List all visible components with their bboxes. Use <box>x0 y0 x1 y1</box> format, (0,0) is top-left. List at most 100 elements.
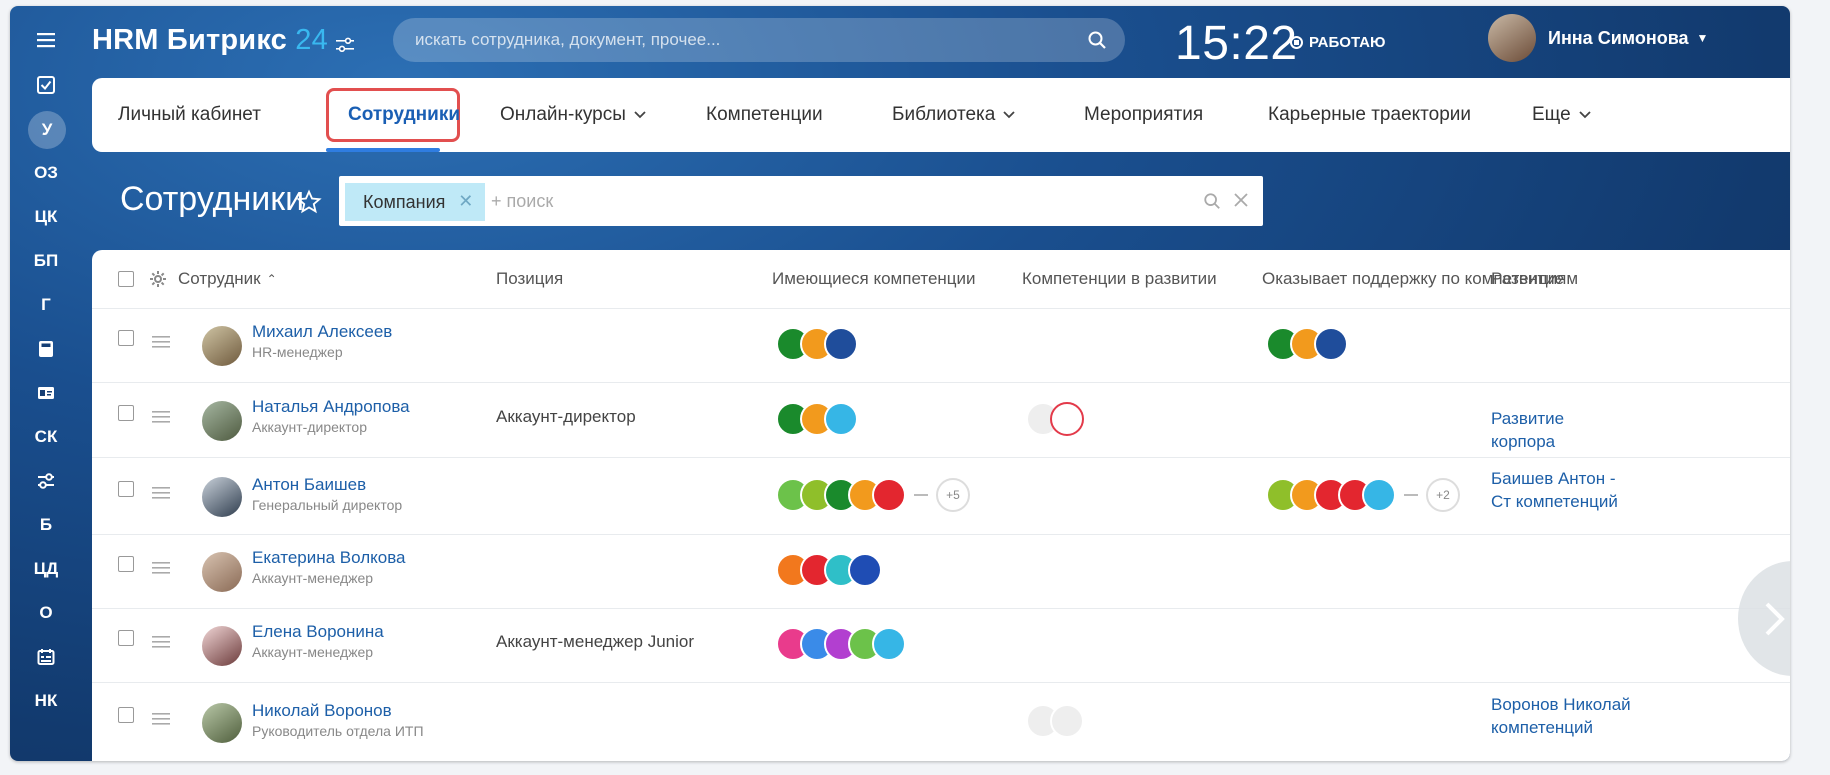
column-header-has-competencies[interactable]: Имеющиеся компетенции <box>772 250 976 308</box>
competency-badge[interactable] <box>1314 327 1348 361</box>
avatar[interactable] <box>202 477 242 517</box>
row-checkbox[interactable] <box>118 630 134 646</box>
drag-handle-icon[interactable] <box>152 487 170 499</box>
rail-item-oz[interactable]: ОЗ <box>24 155 68 191</box>
table-row[interactable]: Михаил Алексеев HR-менеджер <box>92 308 1790 383</box>
rail-item-nk[interactable]: НК <box>24 683 68 719</box>
drag-handle-icon[interactable] <box>152 636 170 648</box>
calculator-icon[interactable] <box>24 331 68 367</box>
nav-employees[interactable]: Сотрудники <box>348 78 460 152</box>
nav-events[interactable]: Мероприятия <box>1084 78 1203 152</box>
filter-chip[interactable]: Компания ✕ <box>345 183 486 221</box>
search-icon[interactable] <box>1203 192 1221 210</box>
rail-item-sk[interactable]: СК <box>24 419 68 455</box>
drag-handle-icon[interactable] <box>152 562 170 574</box>
competency-badge[interactable] <box>1050 402 1084 436</box>
rail-label: Г <box>41 295 51 314</box>
logo-number: 24 <box>295 24 328 56</box>
rail-item-cd[interactable]: ЦД <box>24 551 68 587</box>
drag-handle-icon[interactable] <box>152 336 170 348</box>
nav-library[interactable]: Библиотека <box>892 78 1015 152</box>
employee-name-link[interactable]: Антон Баишев <box>252 475 366 495</box>
employees-table: Сотрудник ⌃ Позиция Имеющиеся компетенции… <box>92 250 1790 761</box>
star-icon[interactable] <box>296 189 322 215</box>
nav-personal-cabinet[interactable]: Личный кабинет <box>118 78 261 152</box>
development-link[interactable]: Развитие корпора <box>1491 407 1631 453</box>
competency-badge[interactable] <box>872 478 906 512</box>
caret-down-icon: ▼ <box>1696 31 1709 45</box>
rail-item-o[interactable]: О <box>24 595 68 631</box>
user-menu[interactable]: Инна Симонова ▼ <box>1488 14 1708 62</box>
column-header-position[interactable]: Позиция <box>496 250 563 308</box>
column-header-label: Развитие <box>1491 269 1565 288</box>
rail-item-ck[interactable]: ЦК <box>24 199 68 235</box>
development-link[interactable]: Воронов Николай компетенций <box>1491 693 1631 739</box>
id-card-icon[interactable] <box>24 375 68 411</box>
drag-handle-icon[interactable] <box>152 713 170 725</box>
work-status-button[interactable]: РАБОТАЮ <box>1290 34 1386 51</box>
nav-more[interactable]: Еще <box>1532 78 1591 152</box>
nav-competencies[interactable]: Компетенции <box>706 78 823 152</box>
select-all-checkbox[interactable] <box>118 271 134 287</box>
nav-online-courses[interactable]: Онлайн-курсы <box>500 78 646 152</box>
close-icon[interactable] <box>1233 192 1249 208</box>
employee-name-link[interactable]: Елена Воронина <box>252 622 384 642</box>
competency-badge[interactable] <box>1050 704 1084 738</box>
row-checkbox[interactable] <box>118 330 134 346</box>
rail-item-b[interactable]: Б <box>24 507 68 543</box>
avatar[interactable] <box>202 703 242 743</box>
table-row[interactable]: Елена Воронина Аккаунт-менеджер Аккаунт-ме… <box>92 608 1790 683</box>
support-badges: +2 <box>1266 478 1460 512</box>
development-link[interactable]: Баишев Антон - Ст компетенций <box>1491 467 1631 513</box>
competency-badge[interactable] <box>824 327 858 361</box>
rail-item-g[interactable]: Г <box>24 287 68 323</box>
drag-handle-icon[interactable] <box>152 411 170 423</box>
competency-badge[interactable] <box>872 627 906 661</box>
calendar-icon[interactable] <box>24 639 68 675</box>
table-row[interactable]: Екатерина Волкова Аккаунт-менеджер <box>92 534 1790 609</box>
avatar[interactable] <box>202 626 242 666</box>
table-row[interactable]: Николай Воронов Руководитель отдела ИТП Во… <box>92 682 1790 761</box>
column-header-development[interactable]: Развитие <box>1491 250 1564 308</box>
employee-name-link[interactable]: Наталья Андропова <box>252 397 410 417</box>
avatar[interactable] <box>202 552 242 592</box>
table-row[interactable]: Антон Баишев Генеральный директор +5 +2 Баиш… <box>92 457 1790 535</box>
hamburger-menu-icon[interactable] <box>24 22 68 58</box>
sliders-icon[interactable] <box>24 463 68 499</box>
settings-tune-icon[interactable] <box>335 36 355 54</box>
has-badges <box>776 627 906 661</box>
column-header-employee[interactable]: Сотрудник ⌃ <box>178 250 277 308</box>
more-badges-button[interactable]: +2 <box>1426 478 1460 512</box>
employee-name-link[interactable]: Николай Воронов <box>252 701 392 721</box>
tasks-checkbox-icon[interactable] <box>24 67 68 103</box>
column-header-dev-competencies[interactable]: Компетенции в развитии <box>1022 250 1217 308</box>
row-checkbox[interactable] <box>118 481 134 497</box>
remove-chip-icon[interactable]: ✕ <box>458 191 473 212</box>
row-checkbox[interactable] <box>118 707 134 723</box>
competency-badge[interactable] <box>1362 478 1396 512</box>
work-status-label: РАБОТАЮ <box>1309 34 1386 51</box>
rail-item-u[interactable]: У <box>28 111 66 149</box>
row-checkbox[interactable] <box>118 556 134 572</box>
app-logo[interactable]: HRM Битрикс 24 <box>92 24 328 57</box>
column-header-label: Позиция <box>496 269 564 288</box>
clock[interactable]: 15:22 <box>1175 16 1298 71</box>
search-icon[interactable] <box>1087 30 1107 50</box>
search-input[interactable] <box>413 29 1057 51</box>
competency-badge[interactable] <box>824 402 858 436</box>
rail-item-bp[interactable]: БП <box>24 243 68 279</box>
employee-name-link[interactable]: Екатерина Волкова <box>252 548 406 568</box>
dev-badges <box>1026 704 1084 738</box>
employee-subtitle: HR-менеджер <box>252 344 343 360</box>
filter-search-input[interactable] <box>489 190 1093 213</box>
avatar[interactable] <box>202 326 242 366</box>
nav-career-tracks[interactable]: Карьерные траектории <box>1268 78 1471 152</box>
more-badges-button[interactable]: +5 <box>936 478 970 512</box>
employee-name-link[interactable]: Михаил Алексеев <box>252 322 392 342</box>
rail-label: ЦД <box>33 559 59 578</box>
avatar[interactable] <box>202 401 242 441</box>
gear-icon[interactable] <box>149 270 167 288</box>
competency-badge[interactable] <box>848 553 882 587</box>
row-checkbox[interactable] <box>118 405 134 421</box>
table-row[interactable]: Наталья Андропова Аккаунт-директор Аккаунт… <box>92 382 1790 458</box>
